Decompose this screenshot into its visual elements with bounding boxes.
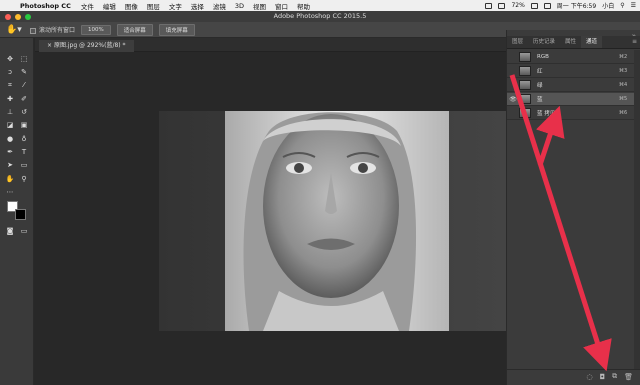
channel-thumbnail <box>519 52 531 62</box>
window-titlebar: Adobe Photoshop CC 2015.5 <box>0 11 640 22</box>
quick-mask-icon[interactable]: ◙ <box>5 226 15 236</box>
gradient-tool-icon[interactable]: ▣ <box>19 120 29 130</box>
list-icon[interactable]: ☰ <box>631 2 636 9</box>
zoom-tool-icon[interactable]: ⚲ <box>19 174 29 184</box>
search-icon[interactable]: ⚲ <box>620 2 624 9</box>
tab-history[interactable]: 历史记录 <box>528 36 560 48</box>
save-selection-icon[interactable]: ◘ <box>600 373 606 381</box>
healing-tool-icon[interactable]: ✚ <box>5 94 15 104</box>
background-color-swatch[interactable] <box>15 209 26 220</box>
rectangle-tool-icon[interactable]: ▭ <box>19 160 29 170</box>
stamp-tool-icon[interactable]: ⊥ <box>5 107 15 117</box>
channel-thumbnail <box>519 80 531 90</box>
battery-icon[interactable] <box>530 2 538 9</box>
menu-layer[interactable]: 图层 <box>147 1 160 11</box>
pen-tool-icon[interactable]: ✒ <box>5 147 15 157</box>
username[interactable]: 小白 <box>602 1 614 10</box>
channel-thumbnail <box>519 108 531 118</box>
toolbox: ✥ ⬚ ↄ ✎ ⌗ ⁄ ✚ ✐ ⊥ ↺ ◪ ▣ ● ♁ ✒ T ➤ ▭ ✋ ⚲ … <box>0 38 34 385</box>
close-icon[interactable] <box>5 14 11 20</box>
quick-select-icon[interactable]: ✎ <box>19 67 29 77</box>
menu-image[interactable]: 图像 <box>125 1 138 11</box>
adobe-icon[interactable] <box>485 2 493 9</box>
type-tool-icon[interactable]: T <box>19 147 29 157</box>
crop-tool-icon[interactable]: ⌗ <box>5 80 15 90</box>
menu-view[interactable]: 视图 <box>253 1 266 11</box>
channel-row-red[interactable]: 红 ⌘3 <box>507 65 635 78</box>
window-title: Adobe Photoshop CC 2015.5 <box>273 12 367 20</box>
channel-row-green[interactable]: 绿 ⌘4 <box>507 79 635 92</box>
lasso-tool-icon[interactable]: ↄ <box>5 67 15 77</box>
document-tab[interactable]: × 原图.jpg @ 292%(蓝/8) * <box>39 40 134 52</box>
scroll-all-checkbox[interactable]: 滚动所有窗口 <box>30 25 75 34</box>
canvas-area[interactable] <box>35 52 506 385</box>
menu-help[interactable]: 帮助 <box>297 1 310 11</box>
fit-screen-button[interactable]: 适合屏幕 <box>116 23 153 36</box>
channel-thumbnail <box>519 94 531 104</box>
eyedropper-icon[interactable]: ⁄ <box>19 80 29 90</box>
hand-tool-icon[interactable]: ✋ <box>5 174 15 184</box>
minimize-icon[interactable] <box>15 14 21 20</box>
battery-percent: 72% <box>511 2 525 9</box>
channels-panel: » 图层 历史记录 属性 通道 ≡ RGB⌘2 红⌘3 绿⌘4 👁 蓝⌘5 蓝 … <box>506 30 640 385</box>
screen-mode-icon[interactable]: ▭ <box>19 226 29 236</box>
menu-edit[interactable]: 编辑 <box>103 1 116 11</box>
move-tool-icon[interactable]: ✥ <box>5 54 15 64</box>
app-menu[interactable]: Photoshop CC <box>20 2 71 10</box>
menu-3d[interactable]: 3D <box>235 2 244 10</box>
history-brush-icon[interactable]: ↺ <box>19 107 29 117</box>
trash-icon[interactable]: 🗑 <box>624 373 633 381</box>
clock[interactable]: 周一 下午6:59 <box>557 1 596 10</box>
zoom-icon[interactable] <box>25 14 31 20</box>
panel-footer: ◌ ◘ ⧉ 🗑 <box>507 369 640 383</box>
menu-filter[interactable]: 滤镜 <box>213 1 226 11</box>
menu-type[interactable]: 文字 <box>169 1 182 11</box>
tab-channels[interactable]: 通道 <box>581 36 603 48</box>
channel-row-blue[interactable]: 👁 蓝 ⌘5 <box>507 93 635 106</box>
wifi-icon[interactable] <box>498 2 506 9</box>
blur-tool-icon[interactable]: ● <box>5 134 15 144</box>
dodge-tool-icon[interactable]: ♁ <box>19 134 29 144</box>
panel-tabs: 图层 历史记录 属性 通道 <box>507 36 640 49</box>
channel-row-rgb[interactable]: RGB ⌘2 <box>507 51 635 64</box>
menu-file[interactable]: 文件 <box>81 1 94 11</box>
document-tab-bar: × 原图.jpg @ 292%(蓝/8) * <box>35 38 506 52</box>
brush-tool-icon[interactable]: ✐ <box>19 94 29 104</box>
eraser-tool-icon[interactable]: ◪ <box>5 120 15 130</box>
menu-select[interactable]: 选择 <box>191 1 204 11</box>
marquee-tool-icon[interactable]: ⬚ <box>19 54 29 64</box>
portrait-photo[interactable] <box>159 111 506 331</box>
tab-properties[interactable]: 属性 <box>560 36 581 48</box>
panel-scrollbar[interactable] <box>634 50 640 370</box>
more-tools-icon[interactable]: ⋯ <box>5 187 15 197</box>
eye-icon[interactable]: 👁 <box>507 96 519 103</box>
path-select-icon[interactable]: ➤ <box>5 160 15 170</box>
tab-layers[interactable]: 图层 <box>507 36 528 48</box>
menu-window[interactable]: 窗口 <box>275 1 288 11</box>
photo-image <box>159 111 506 331</box>
channel-thumbnail <box>519 66 531 76</box>
fill-screen-button[interactable]: 填充屏幕 <box>158 23 195 36</box>
mac-menubar: Photoshop CC 文件 编辑 图像 图层 文字 选择 滤镜 3D 视图 … <box>0 0 640 11</box>
panel-menu-icon[interactable]: ≡ <box>632 38 637 45</box>
channel-row-blue-copy[interactable]: 蓝 拷贝 ⌘6 <box>507 107 635 120</box>
hand-tool-icon[interactable]: ✋▾ <box>6 25 24 35</box>
input-icon[interactable] <box>543 2 551 9</box>
zoom-100-button[interactable]: 100% <box>81 24 111 35</box>
new-channel-icon[interactable]: ⧉ <box>612 372 617 381</box>
load-selection-icon[interactable]: ◌ <box>586 373 592 381</box>
